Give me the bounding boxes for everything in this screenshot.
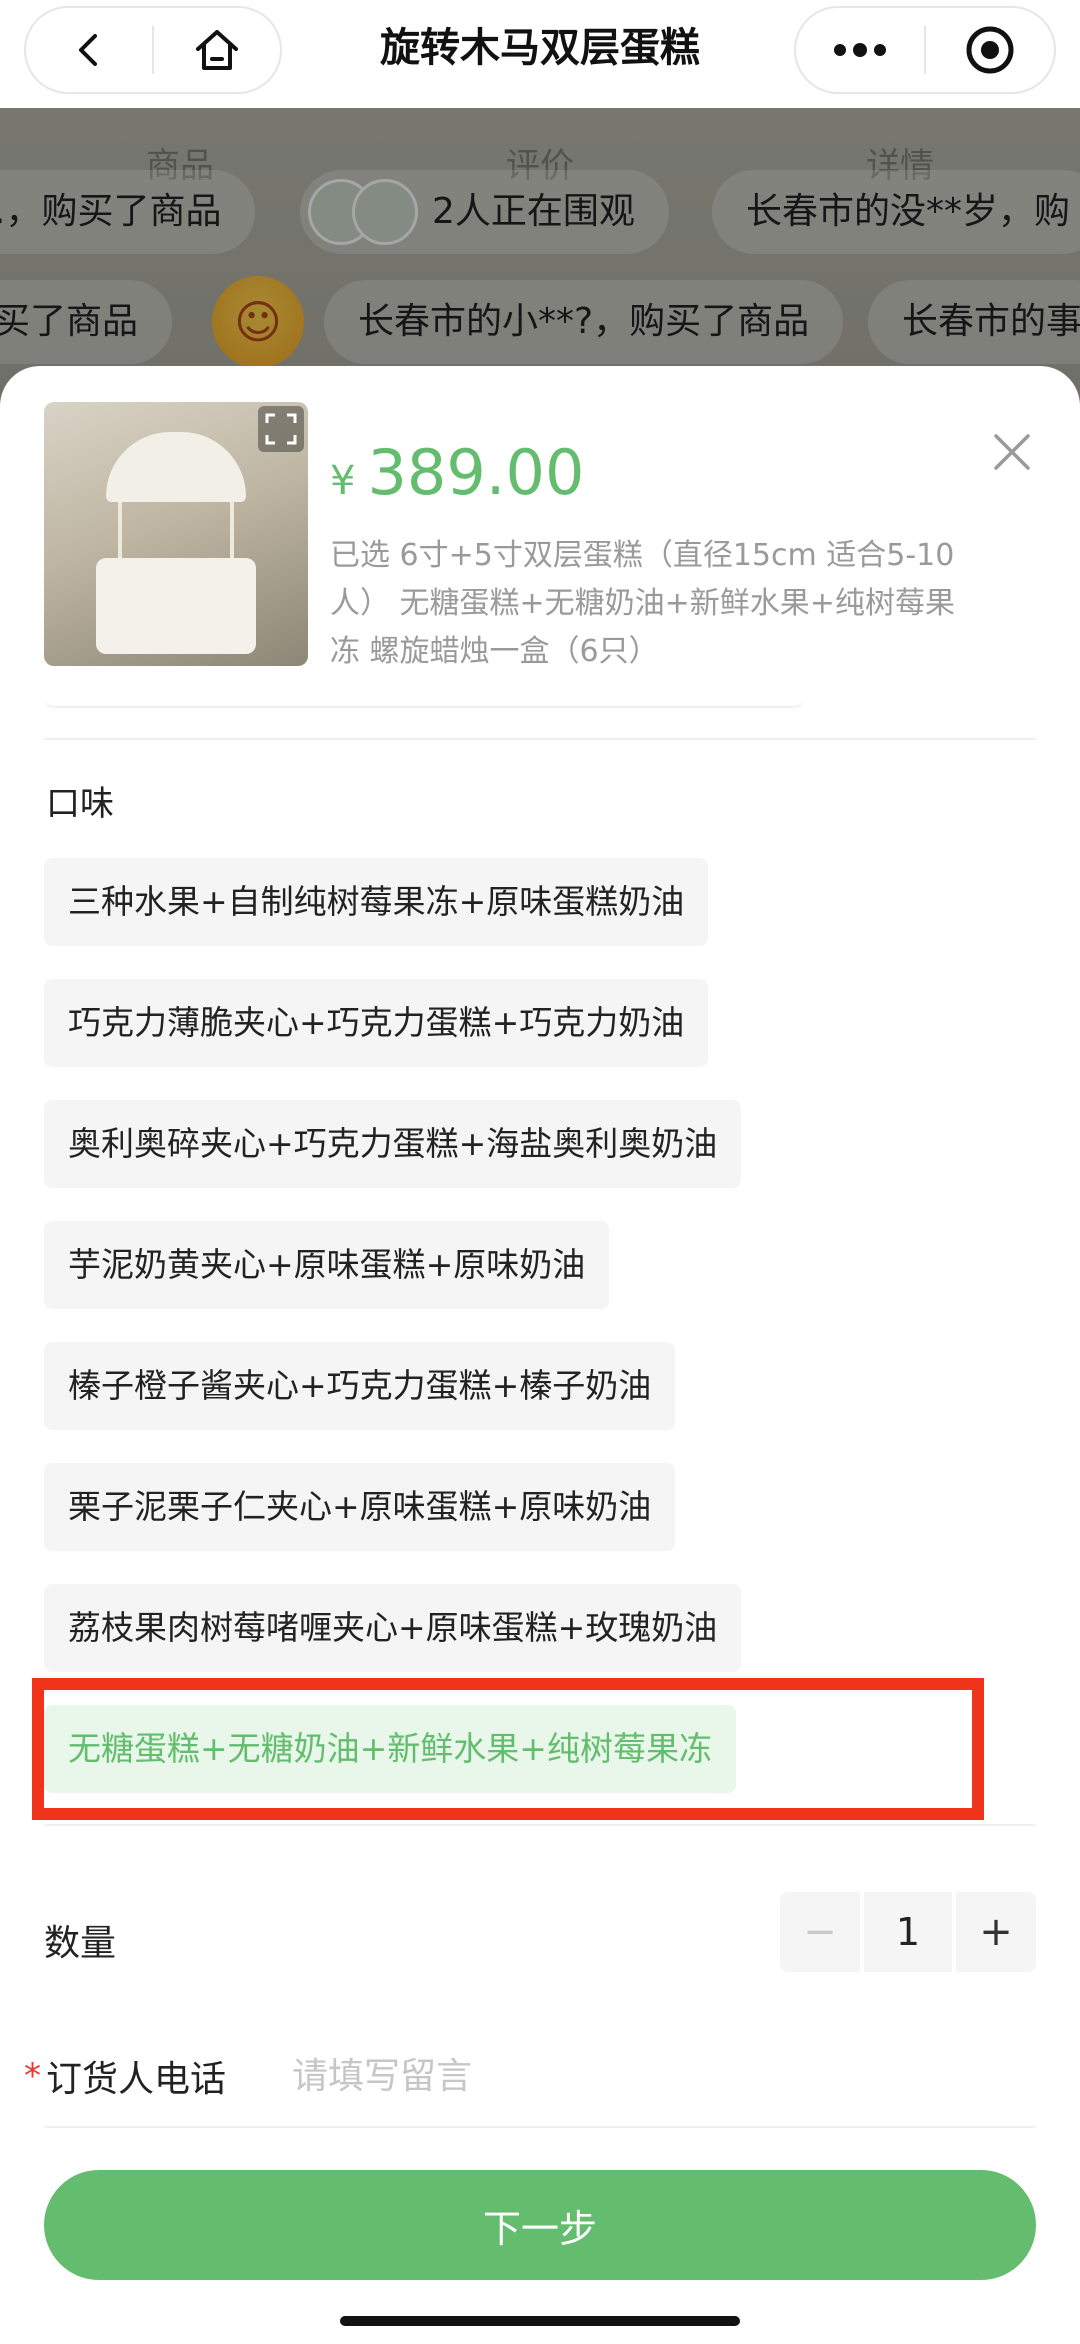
next-step-button[interactable]: 下一步 [44, 2170, 1036, 2280]
required-mark: * [24, 2056, 41, 2096]
flavor-option[interactable]: 栗子泥栗子仁夹心+原味蛋糕+原味奶油 [44, 1463, 676, 1551]
quantity-label: 数量 [44, 1923, 117, 1964]
flavor-option[interactable]: 榛子橙子酱夹心+巧克力蛋糕+榛子奶油 [44, 1342, 676, 1430]
phone-field-row: * 订货人电话 [24, 2046, 1034, 2106]
sku-selector-sheet: ¥389.00 已选 6寸+5寸双层蛋糕（直径15cm 适合5-10人） 无糖蛋… [0, 366, 1080, 2344]
flavor-option[interactable]: 三种水果+自制纯树莓果冻+原味蛋糕奶油 [44, 858, 709, 946]
page-title: 旋转木马双层蛋糕 [380, 25, 700, 71]
home-icon [195, 30, 238, 70]
nav-capsule-right [794, 6, 1056, 94]
price-value: 389.00 [367, 436, 585, 509]
screen: 商品 评价 详情 .，购买了商品 2人正在围观 长春市的没**岁，购 买了商品 … [0, 0, 1080, 2344]
selected-summary: 已选 6寸+5寸双层蛋糕（直径15cm 适合5-10人） 无糖蛋糕+无糖奶油+新… [330, 538, 955, 669]
more-dots-icon [834, 43, 886, 57]
close-sheet-button[interactable] [986, 426, 1038, 478]
price: ¥389.00 [330, 436, 584, 509]
flavor-label: 口味 [46, 784, 114, 824]
cake-image-part [118, 502, 234, 562]
increase-button[interactable]: + [956, 1892, 1036, 1972]
scroll-hint [44, 696, 804, 708]
more-button[interactable] [796, 8, 924, 92]
flavor-option[interactable]: 荔枝果肉树莓啫喱夹心+原味蛋糕+玫瑰奶油 [44, 1584, 742, 1672]
close-icon [994, 434, 1030, 470]
divider [44, 2126, 1036, 2128]
highlight-annotation-box [32, 1678, 984, 1820]
flavor-option[interactable]: 奥利奥碎夹心+巧克力蛋糕+海盐奥利奥奶油 [44, 1100, 742, 1188]
flavor-option[interactable]: 芋泥奶黄夹心+原味蛋糕+原味奶油 [44, 1221, 610, 1309]
quantity-stepper: − 1 + [780, 1892, 1036, 1972]
divider [44, 738, 1036, 740]
chevron-left-icon [79, 34, 97, 66]
cake-image-part [96, 558, 256, 654]
divider [44, 1824, 1036, 1826]
back-button[interactable] [26, 8, 152, 92]
product-thumbnail[interactable] [44, 402, 308, 666]
close-miniprogram-button[interactable] [926, 8, 1054, 92]
home-button[interactable] [154, 8, 280, 92]
phone-input[interactable] [292, 2055, 992, 2097]
nav-capsule-left [24, 6, 282, 94]
home-indicator [340, 2316, 740, 2326]
decrease-button[interactable]: − [780, 1892, 860, 1972]
cake-image-part [106, 432, 246, 502]
quantity-value[interactable]: 1 [864, 1892, 952, 1972]
record-icon [966, 26, 1014, 74]
top-nav-bar: 旋转木马双层蛋糕 [0, 0, 1080, 108]
expand-icon[interactable] [258, 406, 304, 452]
phone-label: 订货人电话 [46, 2059, 227, 2100]
currency-symbol: ¥ [330, 458, 356, 504]
flavor-option[interactable]: 巧克力薄脆夹心+巧克力蛋糕+巧克力奶油 [44, 979, 709, 1067]
